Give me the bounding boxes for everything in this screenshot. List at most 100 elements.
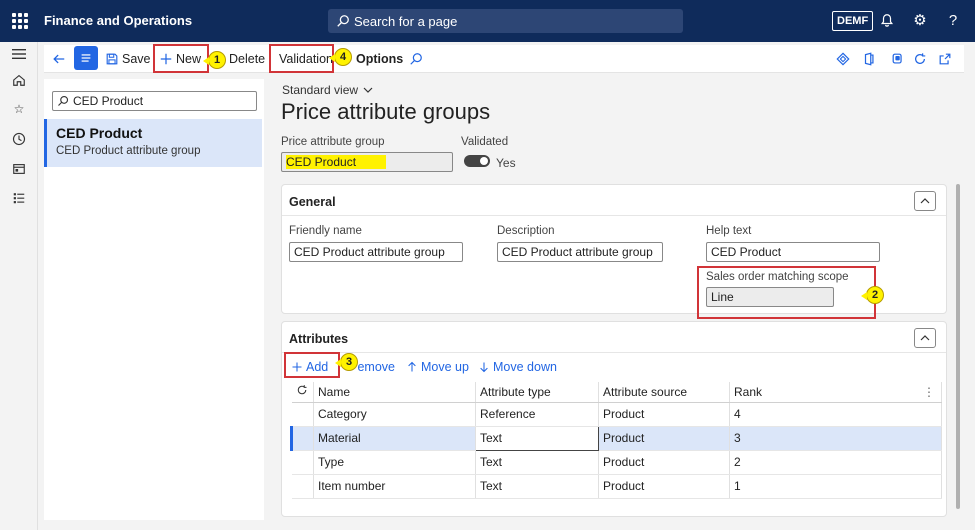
table-row-selected[interactable]: Material Text Product 3: [290, 425, 942, 451]
list-filter-input[interactable]: CED Product: [52, 91, 257, 111]
help-text-label: Help text: [706, 225, 752, 237]
add-button[interactable]: Add: [291, 358, 328, 376]
chevron-up-icon: [920, 198, 930, 204]
callout-1: 1: [203, 51, 226, 69]
cell-name[interactable]: Item number: [313, 474, 476, 499]
plus-icon: [292, 362, 302, 372]
refresh-icon[interactable]: [913, 49, 927, 69]
back-arrow-icon[interactable]: [52, 49, 66, 69]
cell-attribute-source[interactable]: Product: [598, 402, 730, 427]
table-row[interactable]: Type Text Product 2: [291, 450, 942, 475]
list-view-toggle-icon[interactable]: [74, 46, 98, 70]
sales-order-matching-scope-field[interactable]: Line: [706, 287, 834, 307]
column-header-rank[interactable]: Rank ⋮: [729, 382, 942, 403]
validated-value: Yes: [496, 156, 516, 170]
cell-attribute-type[interactable]: Text: [475, 450, 599, 475]
row-marker[interactable]: [291, 450, 314, 475]
list-item-title: CED Product: [56, 125, 143, 141]
new-button[interactable]: New: [159, 49, 201, 69]
list-item-selected[interactable]: CED Product CED Product attribute group: [44, 119, 262, 167]
general-collapse-button[interactable]: [914, 191, 936, 211]
attachments-badge-icon[interactable]: [891, 49, 905, 69]
cell-attribute-source[interactable]: Product: [598, 450, 730, 475]
price-attribute-group-value: CED Product: [286, 155, 387, 169]
column-header-attribute-source[interactable]: Attribute source: [598, 382, 730, 403]
hamburger-icon[interactable]: [11, 46, 27, 62]
validation-label: Validation: [279, 52, 333, 66]
gear-icon[interactable]: ⚙: [911, 11, 929, 29]
bell-icon[interactable]: [878, 11, 896, 29]
workspaces-icon[interactable]: [11, 161, 27, 177]
sales-order-matching-scope-label: Sales order matching scope: [706, 271, 849, 283]
cell-attribute-source[interactable]: Product: [598, 474, 730, 499]
row-marker[interactable]: [290, 426, 314, 451]
column-header-name[interactable]: Name: [313, 382, 476, 403]
view-selector[interactable]: Standard view: [282, 83, 373, 97]
cell-attribute-type[interactable]: Text: [475, 425, 599, 451]
cell-name[interactable]: Type: [313, 450, 476, 475]
cell-rank[interactable]: 1: [729, 474, 942, 499]
page-title: Price attribute groups: [281, 99, 491, 124]
home-icon[interactable]: [11, 72, 27, 88]
list-item-subtitle: CED Product attribute group: [56, 145, 201, 157]
recent-clock-icon[interactable]: [11, 131, 27, 147]
help-icon[interactable]: ?: [944, 11, 962, 29]
description-input[interactable]: CED Product attribute group: [497, 242, 663, 262]
delete-button[interactable]: Delete: [229, 49, 265, 69]
options-label: Options: [356, 52, 404, 66]
row-marker[interactable]: [291, 474, 314, 499]
grid-header-row: Name Attribute type Attribute source Ran…: [291, 382, 942, 403]
cell-attribute-type[interactable]: Reference: [475, 402, 599, 427]
cell-rank[interactable]: 2: [729, 450, 942, 475]
validated-toggle[interactable]: [464, 155, 490, 167]
options-tab[interactable]: Options: [356, 49, 403, 69]
refresh-icon: [297, 385, 306, 395]
remove-button[interactable]: Remove: [357, 358, 395, 376]
cell-rank[interactable]: 4: [729, 402, 942, 427]
validation-tab[interactable]: Validation: [279, 49, 333, 69]
modules-list-icon[interactable]: [11, 190, 27, 206]
cell-attribute-source[interactable]: Product: [598, 426, 730, 451]
arrow-up-icon: [408, 361, 416, 372]
friendly-name-input[interactable]: CED Product attribute group: [289, 242, 463, 262]
move-up-button[interactable]: Move up: [406, 358, 469, 376]
chevron-down-icon: [363, 87, 373, 93]
save-label: Save: [122, 52, 151, 66]
price-attribute-group-field: CED Product: [281, 152, 453, 172]
search-for-page[interactable]: Search for a page: [328, 9, 683, 33]
save-button[interactable]: Save: [105, 49, 151, 69]
app-launcher-icon[interactable]: [12, 13, 28, 29]
details-scrollbar[interactable]: [956, 184, 960, 509]
app-title: Finance and Operations: [44, 13, 193, 28]
cell-name[interactable]: Category: [313, 402, 476, 427]
row-marker[interactable]: [291, 402, 314, 427]
column-header-rank-label: Rank: [734, 384, 763, 399]
action-pane: Save New 1 Delete Validation 4 Options: [44, 44, 964, 73]
action-search-icon[interactable]: [409, 49, 423, 69]
move-down-button[interactable]: Move down: [478, 358, 557, 376]
attributes-fasttab: Attributes Add 3 Remove Move up Move dow…: [281, 321, 947, 517]
column-header-attribute-type[interactable]: Attribute type: [475, 382, 599, 403]
column-options-icon[interactable]: ⋮: [923, 385, 935, 399]
favorites-star-icon[interactable]: ☆: [11, 101, 27, 117]
callout-4: 4: [329, 48, 352, 66]
grid-refresh-header[interactable]: [291, 382, 314, 403]
arrow-down-icon: [480, 362, 488, 373]
help-text-input[interactable]: CED Product: [706, 242, 880, 262]
search-icon: [337, 15, 349, 27]
chevron-up-icon: [920, 335, 930, 341]
company-picker[interactable]: DEMF: [832, 11, 874, 31]
open-new-window-icon[interactable]: [938, 49, 952, 69]
new-label: New: [176, 52, 202, 66]
cell-rank[interactable]: 3: [729, 426, 942, 451]
cell-name[interactable]: Material: [313, 426, 476, 451]
price-attribute-group-label: Price attribute group: [281, 136, 385, 148]
table-row[interactable]: Category Reference Product 4: [291, 402, 942, 427]
office-icon[interactable]: [862, 49, 876, 69]
table-row[interactable]: Item number Text Product 1: [291, 474, 942, 499]
plus-icon: [160, 53, 172, 65]
cell-attribute-type[interactable]: Text: [475, 474, 599, 499]
power-apps-diamond-icon[interactable]: [836, 49, 850, 69]
remove-label: Remove: [357, 360, 395, 374]
attributes-collapse-button[interactable]: [914, 328, 936, 348]
